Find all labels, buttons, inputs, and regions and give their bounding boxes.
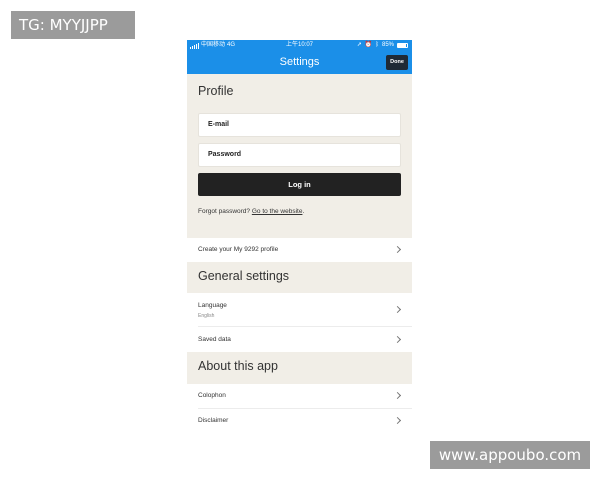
language-row[interactable]: Language English <box>187 293 412 326</box>
colophon-label: Colophon <box>198 392 226 399</box>
website-link[interactable]: Go to the website <box>252 208 303 215</box>
done-button[interactable]: Done <box>386 55 408 70</box>
email-field[interactable]: E-mail <box>198 113 401 137</box>
location-icon: ➚ <box>356 42 362 48</box>
page-title: Settings <box>279 56 320 68</box>
password-field[interactable]: Password <box>198 143 401 167</box>
battery-icon <box>397 43 408 48</box>
chevron-right-icon <box>393 416 402 425</box>
watermark-top-left: TG: MYYJJPP <box>11 11 135 39</box>
chevron-right-icon <box>393 335 402 344</box>
bluetooth-icon: ᛒ <box>375 42 379 48</box>
page: TG: MYYJJPP 中国移动 4G 上午10:07 ➚ ⏰ ᛒ 85% Se… <box>0 0 600 480</box>
create-profile-row[interactable]: Create your My 9292 profile <box>187 238 412 262</box>
saved-data-row[interactable]: Saved data <box>187 327 412 351</box>
language-label: Language <box>198 302 227 309</box>
chevron-right-icon <box>393 245 402 254</box>
forgot-password-text: Forgot password? Go to the website. <box>198 208 304 215</box>
alarm-icon: ⏰ <box>364 42 373 48</box>
nav-bar: Settings Done <box>187 51 412 74</box>
create-profile-label: Create your My 9292 profile <box>198 246 279 253</box>
disclaimer-label: Disclaimer <box>198 417 229 424</box>
disclaimer-row[interactable]: Disclaimer <box>187 409 412 433</box>
colophon-row[interactable]: Colophon <box>187 384 412 408</box>
general-settings-title: General settings <box>198 269 290 283</box>
login-button[interactable]: Log in <box>198 173 401 196</box>
phone-screen: 中国移动 4G 上午10:07 ➚ ⏰ ᛒ 85% Settings Done … <box>187 40 412 440</box>
forgot-period: . <box>302 208 305 215</box>
language-value: English <box>198 313 215 319</box>
forgot-label: Forgot password? <box>198 208 251 215</box>
chevron-right-icon <box>393 305 402 314</box>
about-header: About this app <box>187 352 412 384</box>
battery-percent: 85% <box>381 42 394 48</box>
profile-section: Profile E-mail Password Log in Forgot pa… <box>187 74 412 238</box>
chevron-right-icon <box>393 391 402 400</box>
status-bar: 中国移动 4G 上午10:07 ➚ ⏰ ᛒ 85% <box>187 40 412 51</box>
saved-data-label: Saved data <box>198 336 231 343</box>
about-title: About this app <box>198 359 278 373</box>
general-settings-header: General settings <box>187 262 412 293</box>
profile-title: Profile <box>198 84 234 98</box>
watermark-bottom-right: www.appoubo.com <box>430 441 590 469</box>
